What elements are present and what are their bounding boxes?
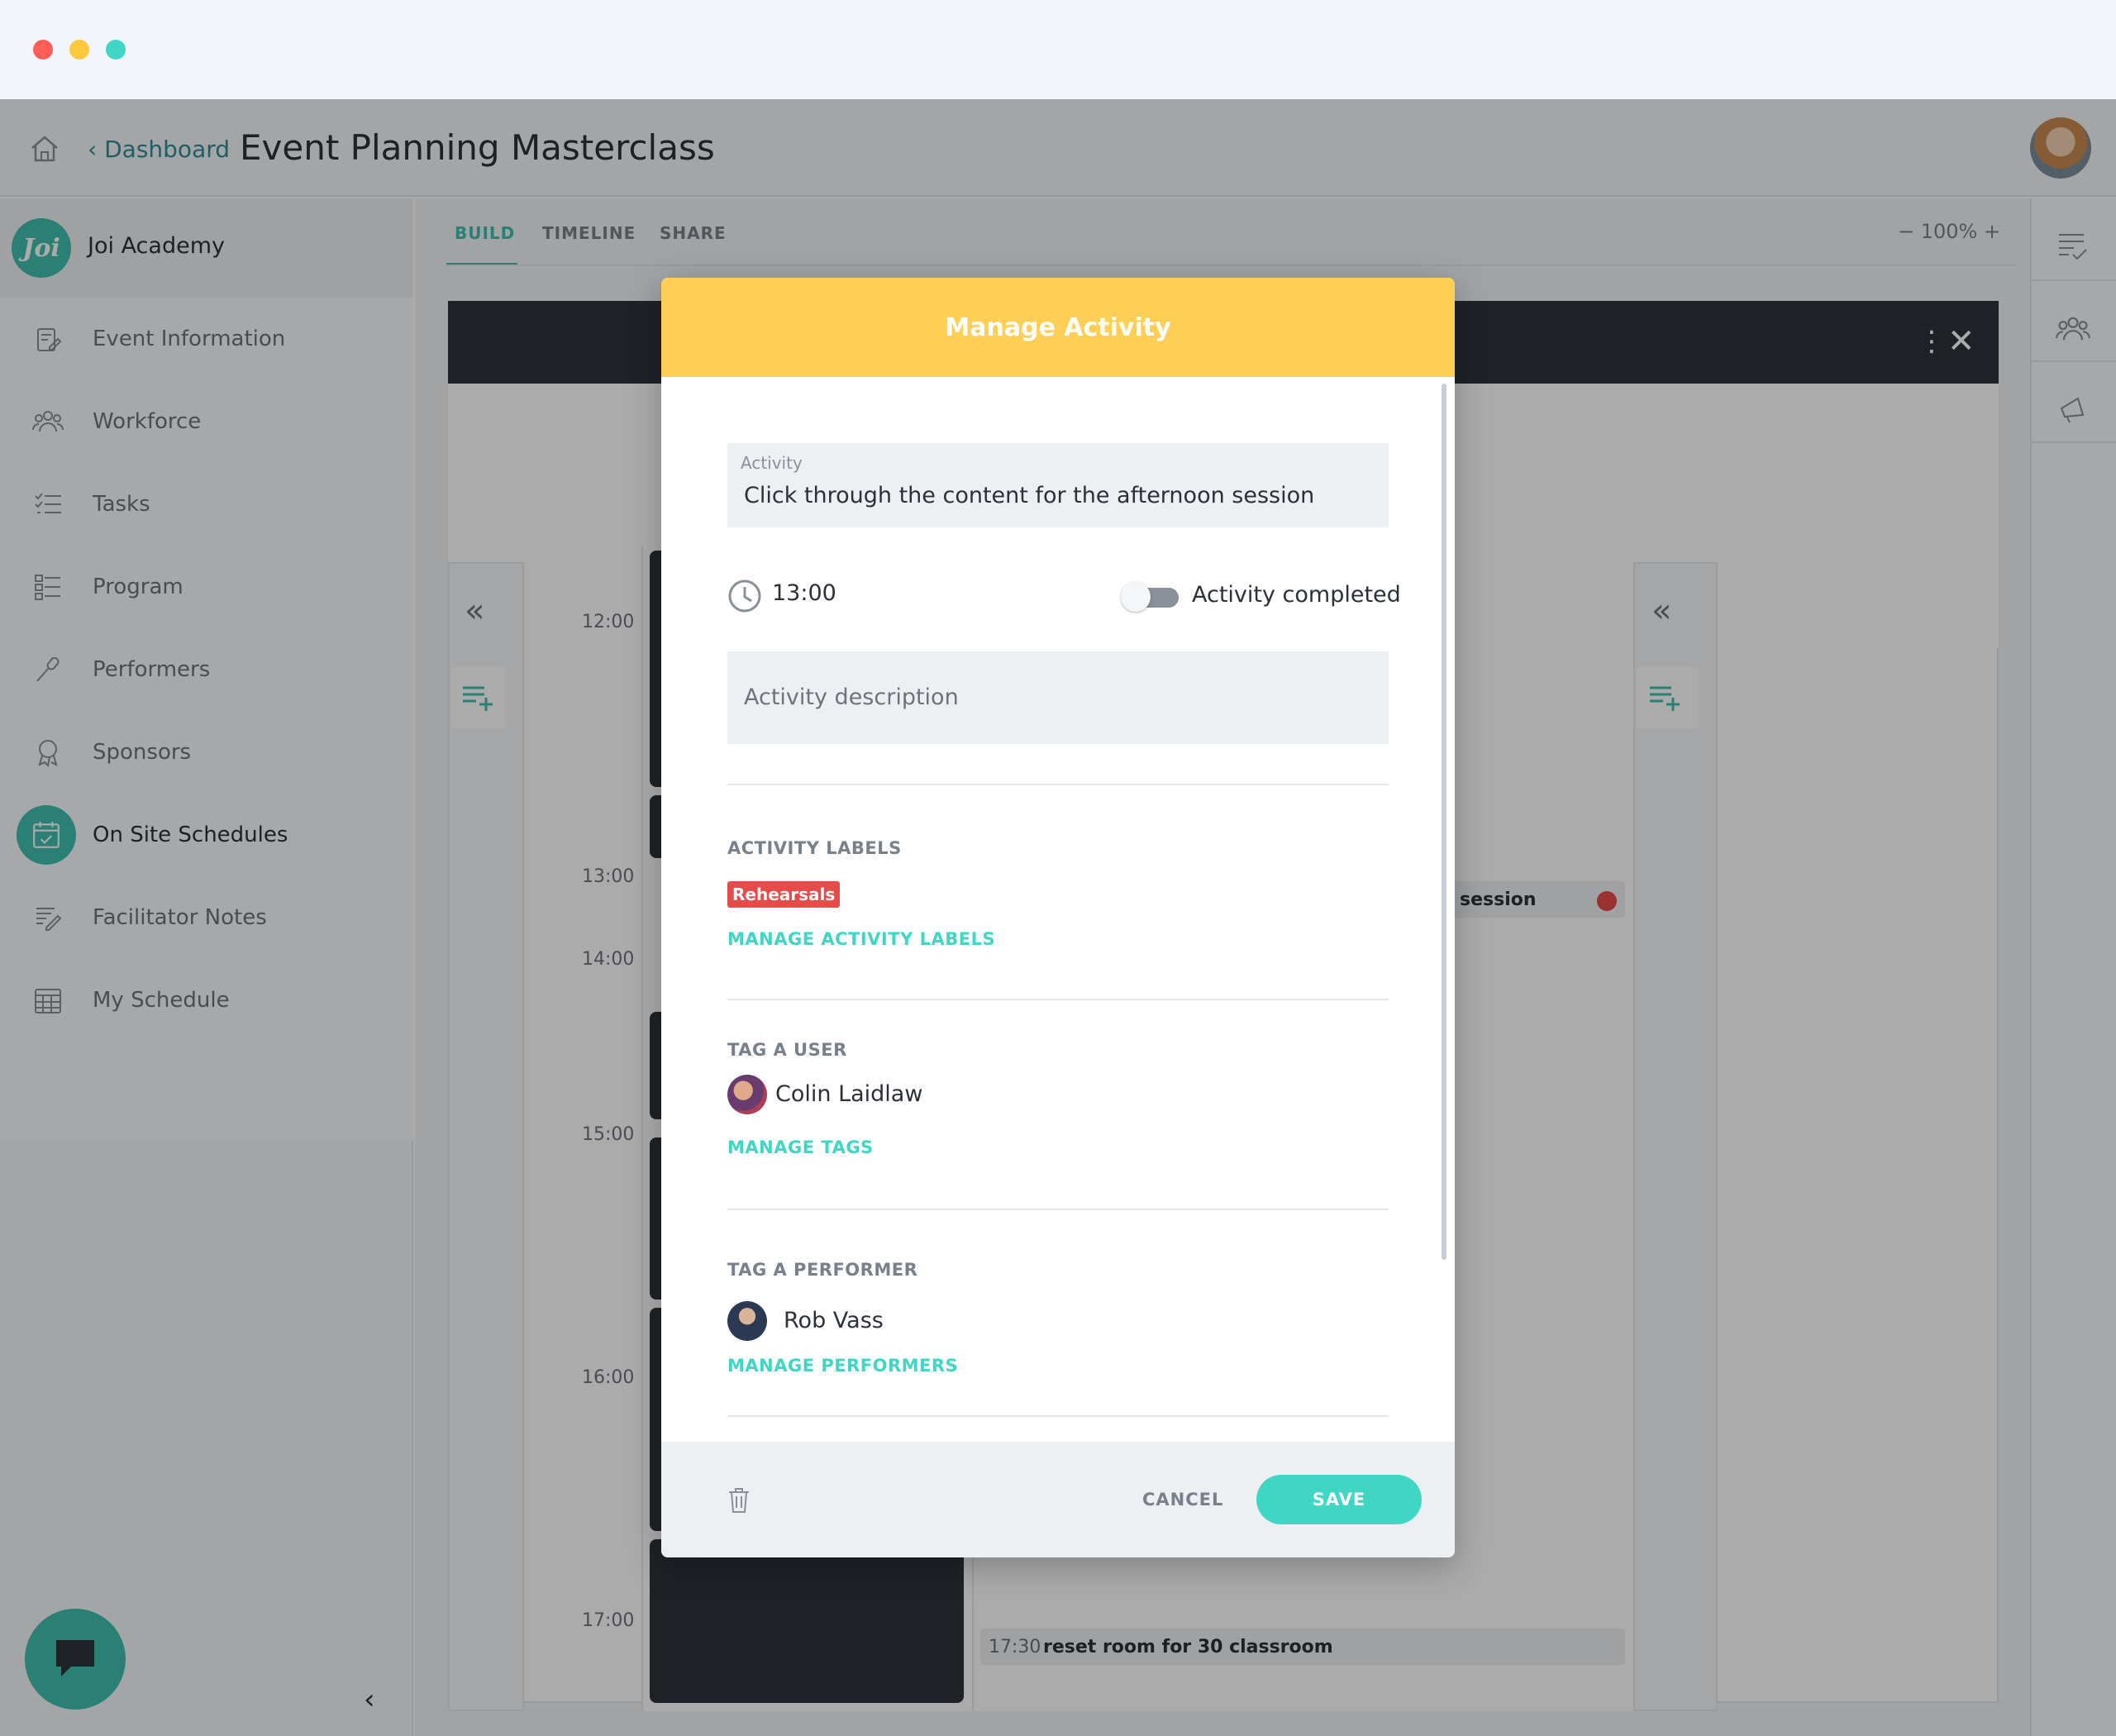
cancel-button[interactable]: CANCEL: [1142, 1490, 1223, 1509]
activity-input[interactable]: Click through the content for the aftern…: [744, 483, 1314, 508]
manage-performers-link[interactable]: MANAGE PERFORMERS: [727, 1356, 958, 1376]
activity-time-value[interactable]: 13:00: [772, 580, 836, 606]
activity-completed-toggle[interactable]: [1121, 582, 1179, 612]
description-placeholder: Activity description: [744, 684, 959, 710]
activity-field-label: Activity: [741, 453, 803, 473]
modal-scrollbar[interactable]: [1442, 384, 1446, 1260]
tagged-performer-avatar: [727, 1301, 767, 1341]
close-window-button[interactable]: [33, 40, 53, 60]
toggle-knob: [1121, 582, 1151, 612]
modal-title: Manage Activity: [945, 312, 1171, 342]
save-button[interactable]: SAVE: [1256, 1475, 1422, 1524]
section-divider: [727, 1209, 1389, 1210]
tagged-performer-name[interactable]: Rob Vass: [784, 1308, 884, 1333]
activity-completed-label: Activity completed: [1192, 582, 1401, 608]
modal-footer: CANCEL SAVE: [661, 1442, 1455, 1557]
tag-user-heading: TAG A USER: [727, 1040, 847, 1060]
modal-header: Manage Activity: [661, 278, 1455, 377]
activity-field[interactable]: Activity Click through the content for t…: [727, 443, 1389, 527]
label-chip-rehearsals[interactable]: Rehearsals: [727, 881, 841, 908]
tagged-user-name[interactable]: Colin Laidlaw: [775, 1081, 922, 1107]
manage-activity-modal: Manage Activity Activity Click through t…: [661, 278, 1455, 1557]
window-titlebar: [0, 0, 2116, 99]
clock-icon: [727, 579, 762, 617]
section-divider: [727, 784, 1389, 785]
manage-activity-labels-link[interactable]: MANAGE ACTIVITY LABELS: [727, 929, 995, 949]
activity-labels-heading: ACTIVITY LABELS: [727, 838, 902, 858]
manage-tags-link[interactable]: MANAGE TAGS: [727, 1137, 874, 1157]
section-divider: [727, 999, 1389, 1000]
activity-description-field[interactable]: Activity description: [727, 651, 1389, 744]
minimize-window-button[interactable]: [69, 40, 89, 60]
tagged-user-avatar: [727, 1075, 767, 1114]
tag-performer-heading: TAG A PERFORMER: [727, 1260, 918, 1280]
maximize-window-button[interactable]: [106, 40, 126, 60]
trash-icon[interactable]: [727, 1486, 751, 1518]
section-divider: [727, 1415, 1389, 1417]
